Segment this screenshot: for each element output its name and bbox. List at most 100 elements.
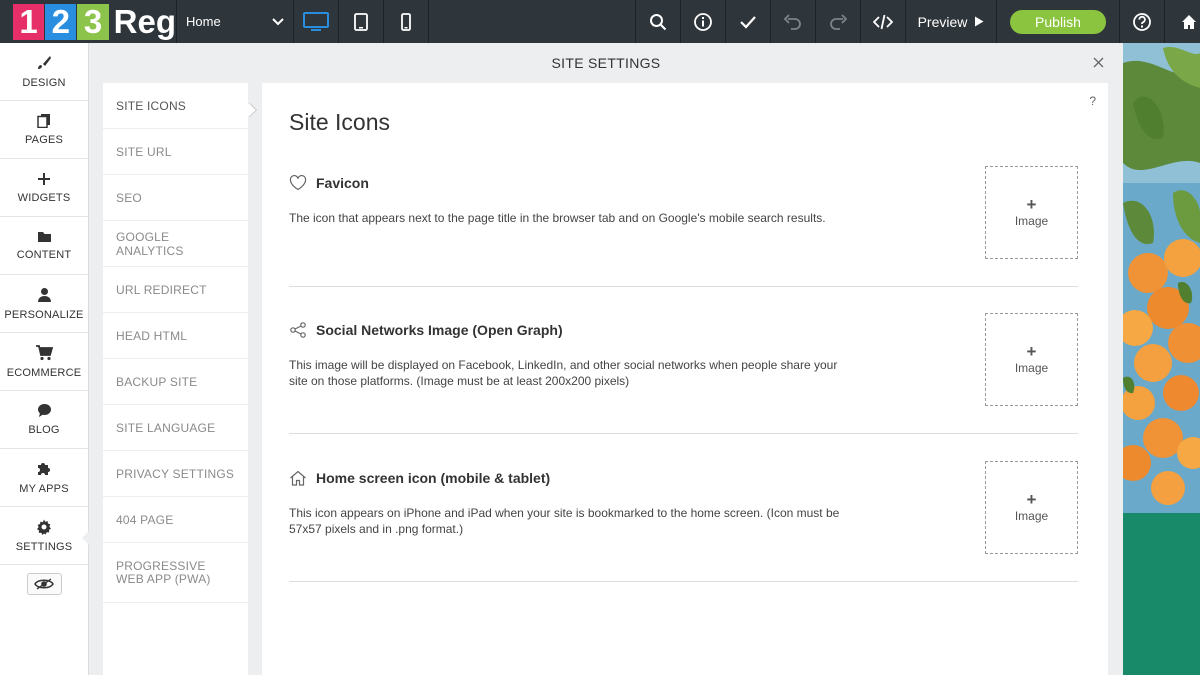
sidebar-item-content[interactable]: CONTENT xyxy=(0,217,88,275)
pages-icon xyxy=(37,113,51,128)
mobile-view-button[interactable] xyxy=(384,0,429,43)
cart-icon xyxy=(35,345,53,361)
settings-nav-privacy-settings[interactable]: PRIVACY SETTINGS xyxy=(103,451,248,497)
tablet-icon xyxy=(354,13,368,31)
person-icon xyxy=(37,287,52,303)
search-icon xyxy=(649,13,667,31)
open-graph-image-upload[interactable]: + Image xyxy=(985,313,1078,406)
plus-icon: + xyxy=(1027,198,1037,212)
page-title: Site Icons xyxy=(289,109,390,136)
home-screen-icon-header: Home screen icon (mobile & tablet) xyxy=(289,470,550,486)
upload-label: Image xyxy=(1015,361,1048,375)
settings-nav-backup-site[interactable]: BACKUP SITE xyxy=(103,359,248,405)
sidebar-item-ecommerce[interactable]: ECOMMERCE xyxy=(0,333,88,391)
gear-icon xyxy=(36,519,52,535)
mobile-icon xyxy=(401,13,411,31)
plus-icon: + xyxy=(1027,493,1037,507)
redo-icon xyxy=(829,14,847,30)
logo: 1 2 3 Reg xyxy=(0,0,176,43)
chevron-down-icon xyxy=(272,18,284,26)
sidebar-item-personalize[interactable]: PERSONALIZE xyxy=(0,275,88,333)
desktop-view-button[interactable] xyxy=(294,0,339,43)
settings-nav-site-language[interactable]: SITE LANGUAGE xyxy=(103,405,248,451)
home-screen-icon-section: Home screen icon (mobile & tablet) This … xyxy=(289,461,1078,582)
check-button[interactable] xyxy=(726,0,771,43)
settings-nav-google-analytics[interactable]: GOOGLE ANALYTICS xyxy=(103,221,248,267)
upload-label: Image xyxy=(1015,509,1048,523)
apricot-photo xyxy=(1123,43,1200,675)
tablet-view-button[interactable] xyxy=(339,0,384,43)
home-screen-icon-image-upload[interactable]: + Image xyxy=(985,461,1078,554)
sidebar-item-label: CONTENT xyxy=(17,249,72,261)
code-icon xyxy=(873,14,893,30)
home-screen-icon-description: This icon appears on iPhone and iPad whe… xyxy=(289,505,849,537)
sidebar-item-my-apps[interactable]: MY APPS xyxy=(0,449,88,507)
settings-nav-site-url[interactable]: SITE URL xyxy=(103,129,248,175)
sidebar-item-pages[interactable]: PAGES xyxy=(0,101,88,159)
settings-nav-url-redirect[interactable]: URL REDIRECT xyxy=(103,267,248,313)
desktop-icon xyxy=(303,12,329,32)
top-toolbar: 1 2 3 Reg Home Preview Publish xyxy=(0,0,1200,43)
undo-icon xyxy=(784,14,802,30)
redo-button[interactable] xyxy=(816,0,861,43)
home-screen-icon-title: Home screen icon (mobile & tablet) xyxy=(316,470,550,486)
share-icon xyxy=(289,322,307,338)
open-graph-section: Social Networks Image (Open Graph) This … xyxy=(289,313,1078,434)
settings-nav-head-html[interactable]: HEAD HTML xyxy=(103,313,248,359)
puzzle-icon xyxy=(36,461,52,477)
code-button[interactable] xyxy=(861,0,906,43)
panel-title: SITE SETTINGS xyxy=(89,43,1123,83)
sidebar-item-label: ECOMMERCE xyxy=(7,367,82,379)
toolbar-spacer xyxy=(429,0,636,43)
sidebar-item-label: DESIGN xyxy=(22,77,65,89)
page-selector[interactable]: Home xyxy=(176,0,294,43)
brush-icon xyxy=(36,55,52,71)
open-graph-description: This image will be displayed on Facebook… xyxy=(289,357,849,389)
favicon-section: Favicon The icon that appears next to th… xyxy=(289,166,1078,287)
heart-icon xyxy=(289,175,307,191)
sidebar-item-label: SETTINGS xyxy=(16,541,73,553)
page-selector-value: Home xyxy=(186,14,221,29)
publish-button[interactable]: Publish xyxy=(1010,10,1106,34)
plus-icon: + xyxy=(1027,345,1037,359)
close-icon xyxy=(1093,57,1104,68)
home-button[interactable] xyxy=(1165,0,1197,43)
folder-icon xyxy=(37,231,52,243)
logo-digit-3: 3 xyxy=(77,4,108,40)
sidebar-item-label: PAGES xyxy=(25,134,63,146)
sidebar-item-label: MY APPS xyxy=(19,483,69,495)
search-button[interactable] xyxy=(636,0,681,43)
sidebar-item-blog[interactable]: BLOG xyxy=(0,391,88,449)
site-preview-strip xyxy=(1123,43,1200,675)
help-icon xyxy=(1132,12,1152,32)
plus-icon xyxy=(37,172,51,186)
sidebar-item-label: WIDGETS xyxy=(18,192,71,204)
help-button[interactable] xyxy=(1120,0,1165,43)
favicon-title: Favicon xyxy=(316,175,369,191)
eye-icon xyxy=(34,578,54,590)
sidebar-item-settings[interactable]: SETTINGS xyxy=(0,507,88,565)
settings-nav-seo[interactable]: SEO xyxy=(103,175,248,221)
help-link[interactable]: ? xyxy=(1089,94,1096,108)
favicon-header: Favicon xyxy=(289,175,369,191)
visibility-toggle[interactable] xyxy=(27,573,62,595)
settings-nav: SITE ICONS SITE URL SEO GOOGLE ANALYTICS… xyxy=(103,83,248,675)
sidebar-item-widgets[interactable]: WIDGETS xyxy=(0,159,88,217)
settings-nav-pwa[interactable]: PROGRESSIVE WEB APP (PWA) xyxy=(103,543,248,603)
logo-text: Reg xyxy=(114,5,176,38)
sidebar-item-label: PERSONALIZE xyxy=(4,309,83,321)
chat-bubble-icon xyxy=(37,403,52,418)
close-panel-button[interactable] xyxy=(1088,52,1108,72)
settings-nav-404-page[interactable]: 404 PAGE xyxy=(103,497,248,543)
settings-nav-site-icons[interactable]: SITE ICONS xyxy=(103,83,248,129)
open-graph-title: Social Networks Image (Open Graph) xyxy=(316,322,563,338)
undo-button[interactable] xyxy=(771,0,816,43)
logo-digit-2: 2 xyxy=(45,4,76,40)
sidebar-item-design[interactable]: DESIGN xyxy=(0,43,88,101)
info-button[interactable] xyxy=(681,0,726,43)
favicon-description: The icon that appears next to the page t… xyxy=(289,210,849,226)
site-icons-content: ? Site Icons Favicon The icon that appea… xyxy=(262,83,1108,675)
favicon-image-upload[interactable]: + Image xyxy=(985,166,1078,259)
main-sidebar: DESIGN PAGES WIDGETS CONTENT PERSONALIZE… xyxy=(0,43,89,675)
preview-button[interactable]: Preview xyxy=(906,0,997,43)
